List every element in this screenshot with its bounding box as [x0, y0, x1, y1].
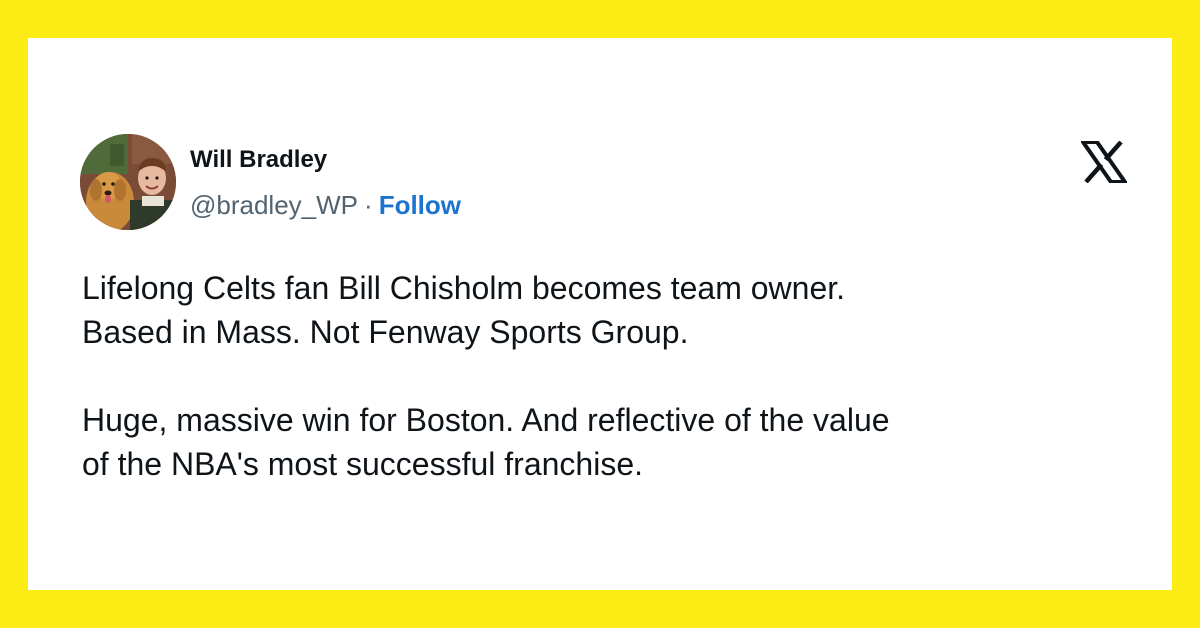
- follow-button[interactable]: Follow: [379, 190, 461, 220]
- tweet-paragraph: Lifelong Celts fan Bill Chisholm becomes…: [82, 270, 846, 350]
- avatar-photo-icon: [80, 134, 176, 230]
- tweet-paragraph: Huge, massive win for Boston. And reflec…: [82, 402, 890, 482]
- tweet-card: Will Bradley @bradley_WP · Follow Lifelong…: [28, 38, 1172, 590]
- author-meta-row: @bradley_WP · Follow: [190, 190, 461, 221]
- x-logo-icon[interactable]: [1079, 140, 1129, 184]
- author-handle[interactable]: @bradley_WP: [190, 190, 358, 220]
- tweet-body: Lifelong Celts fan Bill Chisholm becomes…: [82, 266, 1142, 486]
- author-name[interactable]: Will Bradley: [190, 146, 327, 174]
- author-avatar[interactable]: [80, 134, 176, 230]
- separator-dot: ·: [364, 190, 373, 220]
